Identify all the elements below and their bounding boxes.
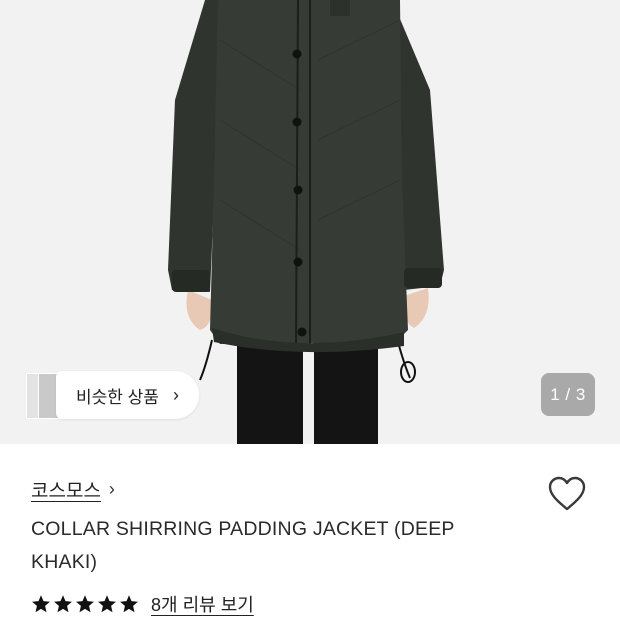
image-counter: 1 / 3 [541, 373, 595, 416]
chevron-right-icon: › [172, 384, 179, 405]
product-title: COLLAR SHIRRING PADDING JACKET (DEEP KHA… [31, 518, 455, 573]
similar-products[interactable]: 비슷한 상품 › [26, 371, 199, 419]
star-filled-icon [32, 595, 50, 613]
star-filled-icon [76, 595, 94, 613]
similar-products-label: 비슷한 상품 [76, 387, 159, 407]
star-filled-icon [54, 595, 72, 613]
similar-products-button[interactable]: 비슷한 상품 › [56, 371, 199, 419]
brand-name[interactable]: 코스모스 [31, 476, 101, 503]
heart-outline-icon[interactable] [548, 476, 586, 512]
rating-row: 8개 리뷰 보기 [31, 591, 531, 617]
product-info: 코스모스 › COLLAR SHIRRING PADDING JACKET (D… [31, 476, 531, 617]
star-rating [31, 594, 139, 614]
brand-link[interactable]: 코스모스 › [31, 476, 531, 502]
star-filled-icon [120, 595, 138, 613]
product-image-carousel[interactable]: 비슷한 상품 › 1 / 3 [0, 0, 620, 444]
star-filled-icon [98, 595, 116, 613]
chevron-right-icon: › [108, 478, 115, 499]
reviews-link[interactable]: 8개 리뷰 보기 [151, 591, 254, 617]
